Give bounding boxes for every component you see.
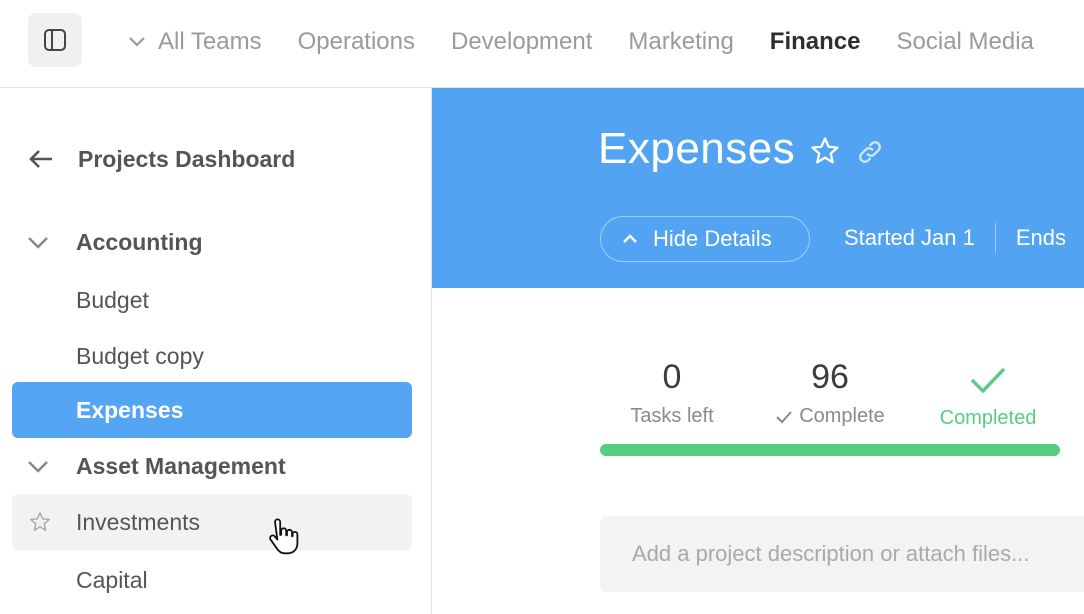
sidebar-panel-icon — [44, 29, 66, 51]
tab-label: Development — [451, 28, 593, 55]
item-label: Expenses — [76, 396, 184, 423]
back-to-dashboard-link[interactable]: Projects Dashboard — [28, 144, 295, 174]
top-bar: All Teams Operations Development Marketi… — [0, 0, 1084, 88]
item-label: Budget copy — [76, 342, 204, 369]
hide-details-button[interactable]: Hide Details — [600, 216, 810, 262]
sidebar-toggle-button[interactable] — [28, 13, 82, 67]
favorite-star-icon[interactable] — [810, 136, 840, 171]
sidebar-item-capital[interactable]: Capital — [12, 552, 412, 608]
sidebar-title: Projects Dashboard — [78, 145, 296, 172]
divider — [994, 223, 996, 253]
check-icon — [776, 410, 792, 423]
progress-bar — [600, 444, 1060, 456]
project-description-input[interactable]: Add a project description or attach file… — [600, 516, 1084, 592]
chevron-down-icon — [126, 31, 148, 53]
tab-label: Finance — [769, 28, 861, 55]
sidebar-item-expenses[interactable]: Expenses — [12, 382, 412, 438]
start-date[interactable]: Started Jan 1 — [844, 225, 975, 251]
tasks-left-value: 0 — [662, 358, 682, 396]
sidebar: Projects Dashboard Accounting Budget Bud… — [0, 88, 432, 614]
sidebar-item-budget[interactable]: Budget — [12, 272, 412, 328]
project-dates: Started Jan 1 Ends — [844, 223, 1066, 253]
tab-marketing[interactable]: Marketing — [628, 28, 733, 56]
item-label: Investments — [76, 508, 200, 535]
chevron-up-icon — [623, 234, 637, 243]
end-date[interactable]: Ends — [1016, 225, 1066, 251]
arrow-left-icon — [29, 150, 52, 168]
hide-details-label: Hide Details — [653, 226, 772, 251]
star-icon[interactable] — [29, 511, 51, 538]
sidebar-group-asset-management[interactable]: Asset Management — [26, 450, 286, 482]
link-icon[interactable] — [856, 138, 884, 171]
chevron-down-icon — [28, 461, 48, 473]
check-icon — [970, 367, 1006, 394]
project-header: Expenses Hide Details Started Jan 1 Ends — [432, 88, 1084, 288]
item-label: Capital — [76, 566, 148, 593]
tab-label: Social Media — [896, 28, 1034, 55]
tab-all-teams[interactable]: All Teams — [126, 28, 262, 56]
tab-finance[interactable]: Finance — [770, 28, 861, 56]
complete-value: 96 — [811, 358, 849, 396]
item-label: Budget — [76, 286, 149, 313]
tasks-left-label: Tasks left — [630, 405, 714, 427]
chevron-down-icon — [28, 237, 48, 249]
tab-label: Marketing — [628, 28, 734, 55]
completed-status: Completed — [928, 364, 1048, 430]
complete-label: Complete — [799, 405, 885, 427]
completed-label: Completed — [939, 407, 1037, 429]
tab-label: Operations — [297, 28, 415, 55]
tab-operations[interactable]: Operations — [298, 28, 415, 56]
hand-pointer-cursor-icon — [269, 518, 299, 555]
complete-caption: Complete — [760, 405, 900, 428]
complete-stat: 96 Complete — [760, 358, 900, 428]
tab-development[interactable]: Development — [451, 28, 592, 56]
tab-label: All Teams — [158, 28, 262, 55]
group-label: Accounting — [76, 228, 203, 255]
sidebar-group-accounting[interactable]: Accounting — [26, 226, 203, 258]
sidebar-item-budget-copy[interactable]: Budget copy — [12, 328, 412, 384]
group-label: Asset Management — [76, 452, 286, 479]
tasks-left-stat: 0 Tasks left — [610, 358, 734, 428]
sidebar-item-investments[interactable]: Investments — [12, 494, 412, 550]
page-title: Expenses — [598, 124, 796, 173]
team-tabs: All Teams Operations Development Marketi… — [126, 0, 1070, 84]
tab-social-media[interactable]: Social Media — [897, 28, 1034, 56]
